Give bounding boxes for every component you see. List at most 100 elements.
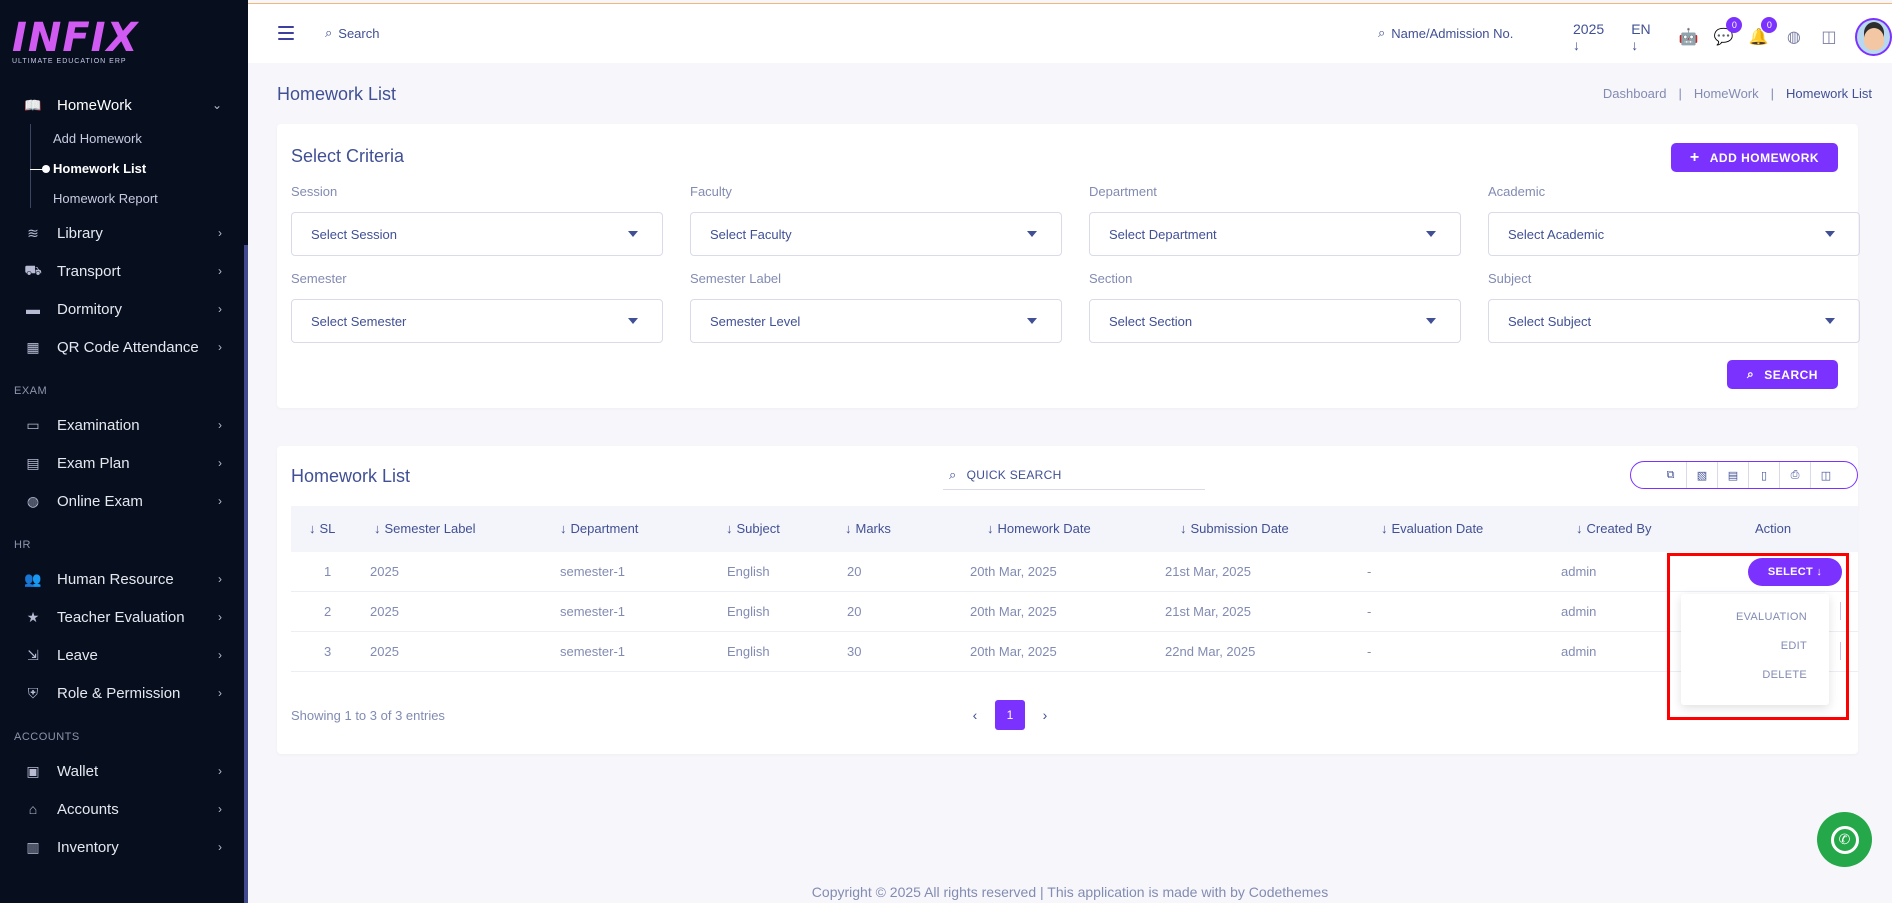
caret-down-icon bbox=[1426, 318, 1436, 324]
robot-icon[interactable]: 🤖 bbox=[1678, 26, 1699, 48]
section-select[interactable]: Select Section bbox=[1089, 299, 1461, 343]
bank-icon: ⌂ bbox=[28, 801, 38, 817]
column-sl[interactable]: ↓ SL bbox=[309, 521, 335, 536]
cell-sl: 2 bbox=[324, 604, 332, 619]
year-select[interactable]: 2025 ↓ bbox=[1573, 21, 1613, 53]
sidebar-item-inventory[interactable]: ▥ Inventory › bbox=[0, 828, 244, 866]
table-row: 1 2025 semester-1 English 20 20th Mar, 2… bbox=[291, 552, 1858, 592]
department-select[interactable]: Select Department bbox=[1089, 212, 1461, 256]
sidebar-item-exam-plan[interactable]: ▤ Exam Plan › bbox=[0, 444, 244, 482]
sidebar-item-role-permission[interactable]: ⛨ Role & Permission › bbox=[0, 674, 244, 712]
top-search[interactable]: ⌕ Search bbox=[325, 25, 379, 41]
language-value: EN bbox=[1631, 21, 1651, 37]
cell-semester-label: 2025 bbox=[370, 564, 399, 579]
menu-toggle-icon[interactable] bbox=[278, 26, 294, 40]
copy-icon[interactable]: ⧉ bbox=[1655, 462, 1686, 488]
page-1-button[interactable]: 1 bbox=[995, 700, 1025, 730]
column-homework-date[interactable]: ↓ Homework Date bbox=[987, 521, 1091, 536]
globe-icon[interactable]: ◍ bbox=[1783, 26, 1804, 48]
cell-submission-date: 21st Mar, 2025 bbox=[1165, 604, 1251, 619]
arrow-down-icon: ↓ bbox=[1631, 37, 1639, 53]
list-title: Homework List bbox=[291, 466, 411, 486]
column-department[interactable]: ↓ Department bbox=[560, 521, 638, 536]
add-homework-button[interactable]: + ADD HOMEWORK bbox=[1671, 143, 1838, 172]
cell-submission-date: 22nd Mar, 2025 bbox=[1165, 644, 1256, 659]
year-value: 2025 bbox=[1573, 21, 1605, 37]
column-semester-label[interactable]: ↓ Semester Label bbox=[374, 521, 476, 536]
sidebar-item-transport[interactable]: ⛟ Transport › bbox=[0, 252, 244, 290]
search-button[interactable]: ⌕ SEARCH bbox=[1727, 360, 1838, 389]
breadcrumb-dashboard[interactable]: Dashboard bbox=[1603, 86, 1667, 101]
globe-icon: ◍ bbox=[26, 492, 40, 509]
cell-created-by: admin bbox=[1561, 564, 1597, 579]
sidebar-item-teacher-evaluation[interactable]: ★ Teacher Evaluation › bbox=[0, 598, 244, 636]
sidebar-item-label: Online Exam bbox=[57, 492, 143, 510]
sidebar-scrollbar[interactable] bbox=[244, 245, 248, 903]
map-icon: ▭ bbox=[26, 416, 40, 433]
sidebar-item-label: Transport bbox=[57, 262, 121, 280]
sidebar-subitem-homework-list[interactable]: Homework List bbox=[30, 154, 244, 184]
column-created-by[interactable]: ↓ Created By bbox=[1576, 521, 1652, 536]
column-label: Department bbox=[570, 521, 639, 536]
logo[interactable]: INFIX ULTIMATE EDUCATION ERP bbox=[12, 16, 138, 65]
column-evaluation-date[interactable]: ↓ Evaluation Date bbox=[1381, 521, 1483, 536]
homework-list-card: Homework List ⌕ QUICK SEARCH ⧉ ▧ ▤ ▯ ⎙ ◫… bbox=[277, 446, 1858, 754]
cell-evaluation-date: - bbox=[1367, 644, 1372, 659]
caret-down-icon bbox=[1825, 318, 1835, 324]
export-buttons: ⧉ ▧ ▤ ▯ ⎙ ◫ bbox=[1630, 461, 1858, 489]
cell-marks: 30 bbox=[847, 644, 862, 659]
cell-department: semester-1 bbox=[560, 644, 626, 659]
sidebar-item-library[interactable]: ≋ Library › bbox=[0, 214, 244, 252]
sidebar-item-label: Leave bbox=[57, 646, 98, 664]
next-page-icon[interactable]: › bbox=[1030, 707, 1060, 723]
student-search[interactable]: ⌕ Name/Admission No. bbox=[1378, 25, 1513, 41]
sort-arrow-icon: ↓ bbox=[309, 521, 316, 536]
sidebar-item-online-exam[interactable]: ◍ Online Exam › bbox=[0, 482, 244, 520]
csv-icon[interactable]: ▤ bbox=[1717, 462, 1748, 488]
sidebar-subitem-add-homework[interactable]: Add Homework bbox=[53, 124, 244, 154]
sidebar-item-examination[interactable]: ▭ Examination › bbox=[0, 406, 244, 444]
add-homework-label: ADD HOMEWORK bbox=[1709, 150, 1820, 165]
column-marks[interactable]: ↓ Marks bbox=[845, 521, 891, 536]
whatsapp-button[interactable]: ✆ bbox=[1817, 812, 1872, 867]
chat-icon[interactable]: 💬 0 bbox=[1713, 17, 1743, 48]
prev-page-icon[interactable]: ‹ bbox=[960, 707, 990, 723]
sidebar-subitem-homework-report[interactable]: Homework Report bbox=[53, 184, 244, 214]
footer-copyright: Copyright © 2025 All rights reserved | T… bbox=[811, 884, 1329, 900]
sidebar-item-homework[interactable]: 📖 HomeWork ⌄ bbox=[0, 86, 244, 124]
semester-select[interactable]: Select Semester bbox=[291, 299, 663, 343]
sidebar-item-label: Human Resource bbox=[57, 570, 174, 588]
column-label: Homework Date bbox=[997, 521, 1091, 536]
column-submission-date[interactable]: ↓ Submission Date bbox=[1180, 521, 1289, 536]
semester-label-label: Semester Label bbox=[690, 271, 782, 286]
quick-search-input[interactable]: ⌕ QUICK SEARCH bbox=[943, 460, 1205, 490]
notification-badge: 0 bbox=[1761, 17, 1778, 33]
columns-icon[interactable]: ◫ bbox=[1810, 462, 1841, 488]
column-subject[interactable]: ↓ Subject bbox=[726, 521, 780, 536]
entries-info: Showing 1 to 3 of 3 entries bbox=[291, 708, 445, 723]
session-select[interactable]: Select Session bbox=[291, 212, 663, 256]
semester-label-select[interactable]: Semester Level bbox=[690, 299, 1062, 343]
sidebar-item-leave[interactable]: ⇲ Leave › bbox=[0, 636, 244, 674]
sidebar-item-human-resource[interactable]: 👥 Human Resource › bbox=[0, 560, 244, 598]
highlight-box bbox=[1667, 553, 1849, 720]
academic-select[interactable]: Select Academic bbox=[1488, 212, 1860, 256]
print-icon[interactable]: ⎙ bbox=[1779, 462, 1810, 488]
subject-select[interactable]: Select Subject bbox=[1488, 299, 1860, 343]
theme-icon[interactable]: ◫ bbox=[1818, 26, 1839, 48]
sidebar-item-qr-code-attendance[interactable]: ▦ QR Code Attendance › bbox=[0, 328, 244, 366]
sidebar-item-wallet[interactable]: ▣ Wallet › bbox=[0, 752, 244, 790]
bell-icon[interactable]: 🔔 0 bbox=[1748, 17, 1778, 48]
excel-icon[interactable]: ▧ bbox=[1686, 462, 1717, 488]
faculty-select[interactable]: Select Faculty bbox=[690, 212, 1062, 256]
language-select[interactable]: EN ↓ bbox=[1631, 21, 1660, 53]
pdf-icon[interactable]: ▯ bbox=[1748, 462, 1779, 488]
sidebar-item-label: Wallet bbox=[57, 762, 99, 780]
sidebar-item-dormitory[interactable]: ▬ Dormitory › bbox=[0, 290, 244, 328]
sidebar-item-accounts[interactable]: ⌂ Accounts › bbox=[0, 790, 244, 828]
avatar[interactable] bbox=[1855, 18, 1892, 56]
caret-down-icon bbox=[1027, 318, 1037, 324]
semester-label: Semester bbox=[291, 271, 347, 286]
chevron-right-icon: › bbox=[218, 686, 222, 700]
breadcrumb-homework[interactable]: HomeWork bbox=[1694, 86, 1759, 101]
